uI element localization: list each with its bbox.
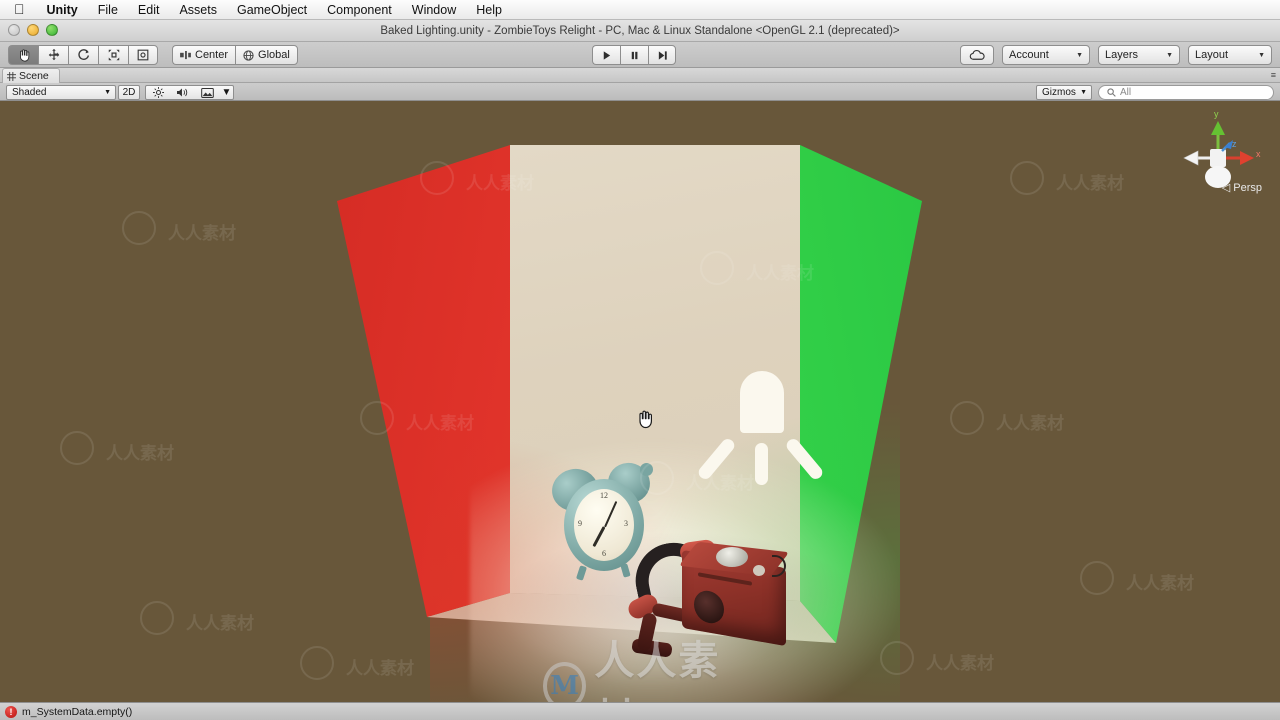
scale-tool-button[interactable] — [98, 45, 128, 65]
cornell-box-stage: 12 3 6 9 y z x ◁ Persp 人人素材 人人素材 人人素材 人人… — [0, 101, 1280, 702]
panel-menu-icon[interactable]: ≡ — [1271, 70, 1276, 80]
chevron-down-icon: ▼ — [1080, 89, 1087, 96]
light-bulb-shape — [740, 371, 784, 433]
speaker-icon — [177, 88, 188, 97]
scene-search-placeholder: All — [1120, 87, 1132, 98]
scene-effects-toggle[interactable] — [195, 85, 221, 100]
move-tool-button[interactable] — [38, 45, 68, 65]
axis-label-x: x — [1256, 149, 1261, 159]
pause-button[interactable] — [620, 45, 648, 65]
panel-tab-row: Scene ≡ — [0, 68, 1280, 83]
unity-toolbar: Center Global Account ▼ Layers ▼ Layout … — [0, 42, 1280, 68]
chevron-down-icon: ▼ — [1076, 51, 1083, 59]
toolbar-right-group: Account ▼ Layers ▼ Layout ▼ — [960, 45, 1272, 65]
search-icon — [1107, 88, 1116, 97]
scene-effects-dropdown[interactable]: ▼ — [220, 85, 234, 100]
status-message: m_SystemData.empty() — [22, 705, 133, 718]
zoom-button[interactable] — [46, 24, 58, 36]
hand-cursor-icon — [636, 409, 654, 429]
window-title: Baked Lighting.unity - ZombieToys Religh… — [380, 24, 900, 37]
unity-editor-window:  Unity File Edit Assets GameObject Comp… — [0, 0, 1280, 720]
pivot-rotation-button[interactable]: Global — [235, 45, 298, 65]
transform-tools-group — [8, 45, 158, 65]
light-ray-center — [755, 443, 768, 485]
account-dropdown[interactable]: Account ▼ — [1002, 45, 1090, 65]
scene-search-field[interactable]: All — [1098, 85, 1274, 100]
layers-label: Layers — [1105, 49, 1139, 61]
chevron-down-icon: ▼ — [104, 89, 111, 96]
toggle-2d-label: 2D — [122, 87, 136, 98]
rotate-tool-button[interactable] — [68, 45, 98, 65]
axis-label-z: z — [1232, 139, 1237, 149]
tab-scene[interactable]: Scene — [2, 68, 60, 83]
clock-numeral-6: 6 — [602, 549, 606, 558]
clock-numeral-9: 9 — [578, 519, 582, 528]
pivot-controls-group: Center Global — [172, 45, 298, 65]
traffic-lights — [8, 24, 58, 36]
menu-item-file[interactable]: File — [88, 0, 128, 20]
tab-scene-label: Scene — [19, 70, 49, 82]
clock-bell-knob — [640, 463, 653, 476]
scene-audio-toggle[interactable] — [170, 85, 196, 100]
play-button[interactable] — [592, 45, 620, 65]
grid-icon — [7, 71, 16, 81]
cloud-icon — [969, 50, 985, 60]
rect-transform-tool-button[interactable] — [128, 45, 158, 65]
camera-projection-toggle[interactable]: ◁ Persp — [1221, 181, 1262, 195]
gizmos-label: Gizmos — [1042, 87, 1076, 98]
sun-icon — [152, 87, 164, 98]
image-icon — [201, 87, 214, 98]
menu-item-component[interactable]: Component — [317, 0, 402, 20]
menu-item-help[interactable]: Help — [466, 0, 512, 20]
gizmos-dropdown[interactable]: Gizmos ▼ — [1036, 85, 1092, 100]
layout-label: Layout — [1195, 49, 1229, 61]
scene-view-toolbar: Shaded ▼ 2D ▼ Gizmos ▼ All — [0, 83, 1280, 101]
macos-menubar:  Unity File Edit Assets GameObject Comp… — [0, 0, 1280, 20]
collab-cloud-button[interactable] — [960, 45, 994, 65]
window-titlebar: Baked Lighting.unity - ZombieToys Religh… — [0, 20, 1280, 42]
projection-label: Persp — [1233, 181, 1262, 194]
point-light-gizmo-icon[interactable] — [696, 371, 825, 485]
toggle-2d-button[interactable]: 2D — [118, 85, 140, 100]
step-button[interactable] — [648, 45, 676, 65]
projection-arrow-icon: ◁ — [1221, 182, 1231, 194]
account-label: Account — [1009, 49, 1049, 61]
menu-item-gameobject[interactable]: GameObject — [227, 0, 317, 20]
scene-viewport[interactable]: 12 3 6 9 y z x ◁ Persp 人人素材 人人素材 人人素材 人人… — [0, 101, 1280, 702]
hand-tool-button[interactable] — [8, 45, 38, 65]
layout-dropdown[interactable]: Layout ▼ — [1188, 45, 1272, 65]
chevron-down-icon: ▼ — [1258, 51, 1265, 59]
boombox-robot-object[interactable] — [622, 535, 802, 661]
menu-item-edit[interactable]: Edit — [128, 0, 170, 20]
draw-mode-dropdown[interactable]: Shaded ▼ — [6, 85, 116, 100]
error-icon: ! — [5, 705, 17, 718]
pivot-mode-label: Center — [195, 49, 229, 61]
pivot-rotation-label: Global — [258, 49, 290, 61]
robot-knob — [753, 565, 765, 576]
chevron-down-icon: ▼ — [1166, 51, 1173, 59]
apple-icon[interactable]:  — [8, 2, 37, 18]
pivot-mode-button[interactable]: Center — [172, 45, 236, 65]
layers-dropdown[interactable]: Layers ▼ — [1098, 45, 1180, 65]
close-button[interactable] — [8, 24, 20, 36]
clock-numeral-3: 3 — [624, 519, 628, 528]
status-bar[interactable]: ! m_SystemData.empty() — [0, 702, 1280, 720]
clock-foot-left — [576, 565, 587, 581]
robot-dial — [716, 547, 748, 567]
playback-controls-group — [592, 45, 676, 65]
menu-item-window[interactable]: Window — [402, 0, 466, 20]
menu-item-unity[interactable]: Unity — [37, 0, 88, 20]
menu-item-assets[interactable]: Assets — [169, 0, 227, 20]
minimize-button[interactable] — [27, 24, 39, 36]
chevron-down-icon: ▼ — [221, 87, 232, 98]
scene-lighting-toggle[interactable] — [145, 85, 171, 100]
clock-numeral-12: 12 — [600, 491, 608, 500]
draw-mode-label: Shaded — [12, 87, 47, 98]
axis-label-y: y — [1214, 109, 1219, 119]
